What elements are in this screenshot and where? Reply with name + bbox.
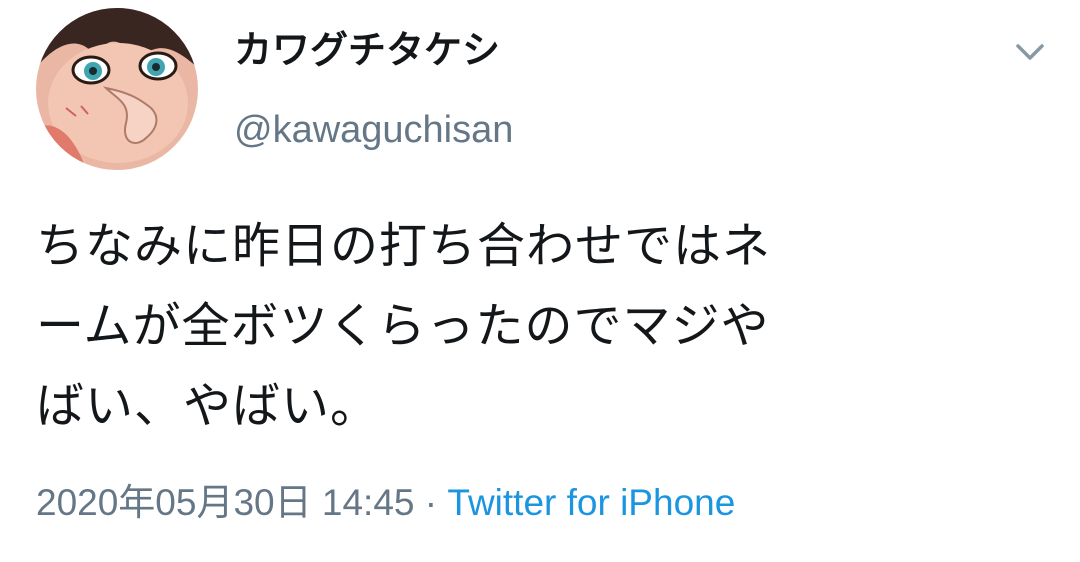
user-handle[interactable]: @kawaguchisan xyxy=(234,98,513,162)
avatar-illustration xyxy=(36,8,198,170)
tweet-timestamp[interactable]: 2020年05月30日 14:45 xyxy=(36,482,415,523)
tweet-text-line: ちなみに昨日の打ち合わせではネ xyxy=(36,218,772,274)
display-name[interactable]: カワグチタケシ xyxy=(234,18,500,82)
meta-separator: · xyxy=(414,482,448,523)
tweet-text-line: ームが全ボツくらったのでマジや xyxy=(36,298,770,354)
tweet-menu-button[interactable] xyxy=(1004,34,1056,72)
chevron-down-icon xyxy=(1016,44,1044,60)
tweet-source-link[interactable]: Twitter for iPhone xyxy=(447,482,735,523)
tweet-card: カワグチタケシ @kawaguchisan ちなみに昨日の打ち合わせではネ ーム… xyxy=(0,0,1080,562)
tweet-text: ちなみに昨日の打ち合わせではネ ームが全ボツくらったのでマジや ばい、やばい。 xyxy=(36,206,1036,446)
avatar[interactable] xyxy=(36,8,198,170)
tweet-text-line: ばい、やばい。 xyxy=(36,378,380,434)
tweet-meta: 2020年05月30日 14:45 · Twitter for iPhone xyxy=(36,478,735,528)
